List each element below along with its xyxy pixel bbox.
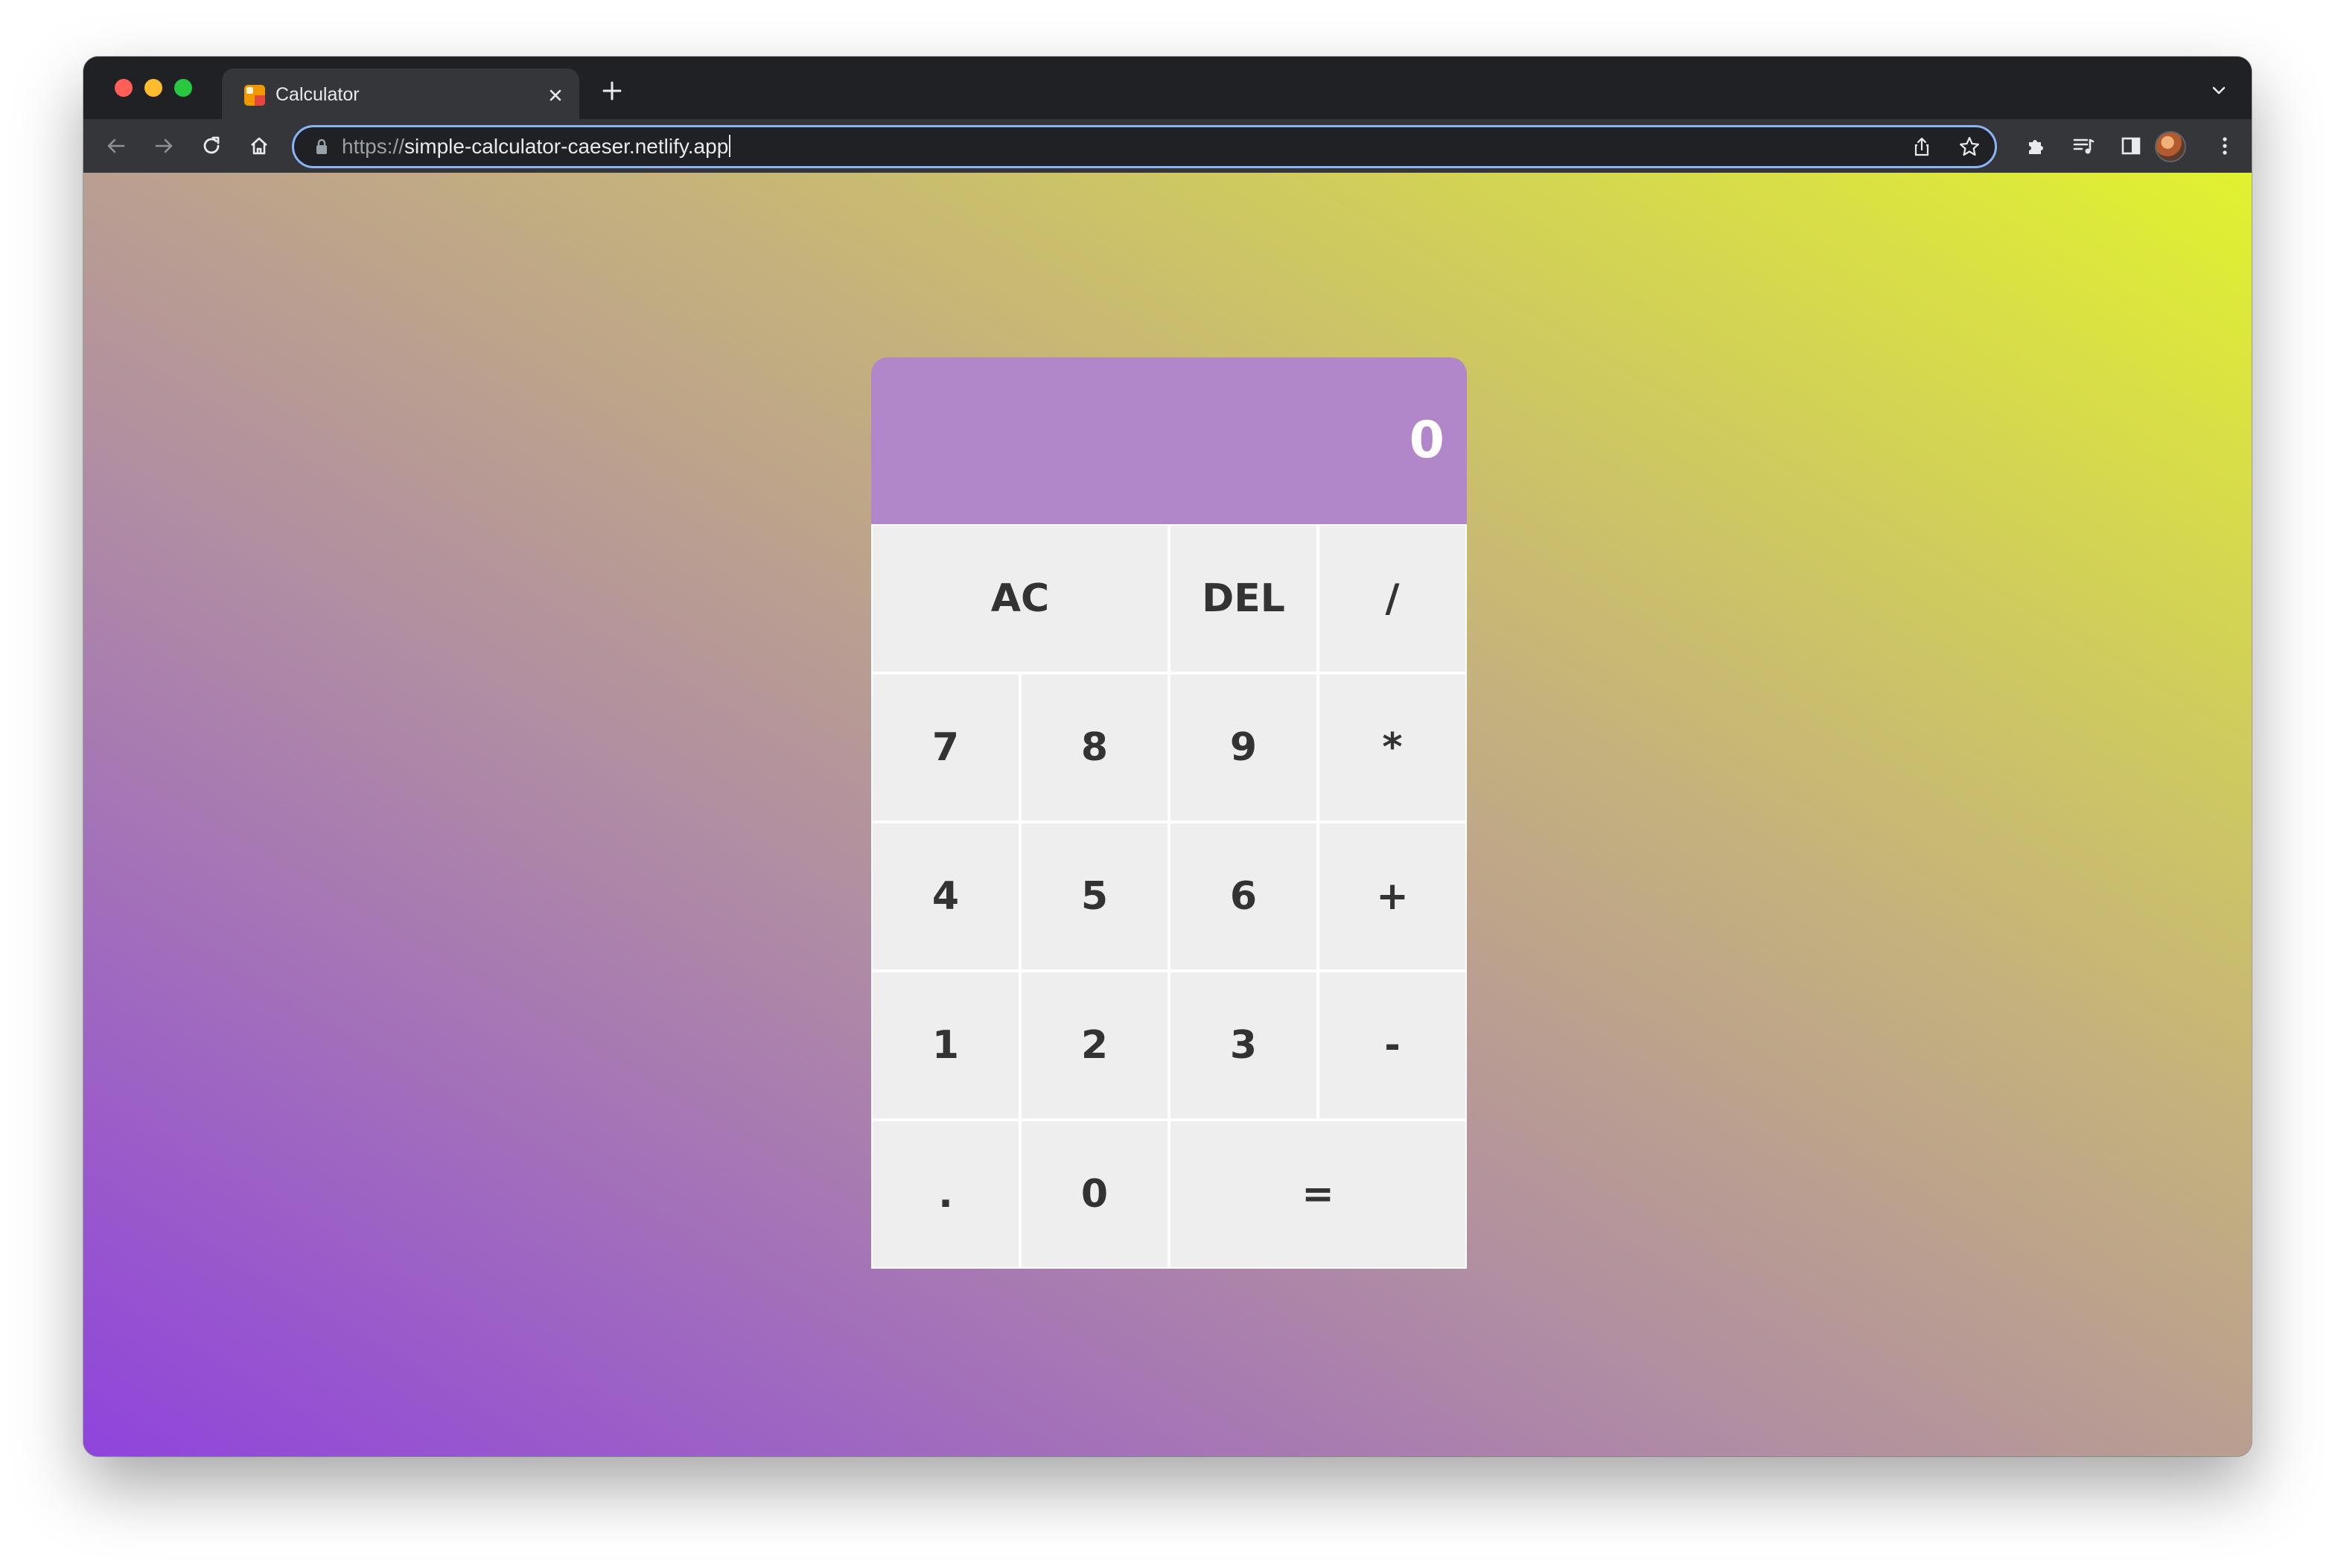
plus-icon[interactable] xyxy=(597,76,627,106)
digit-9-button[interactable]: 9 xyxy=(1169,673,1318,822)
zoom-window-button[interactable] xyxy=(174,79,192,97)
digit-7-button[interactable]: 7 xyxy=(871,673,1020,822)
puzzle-icon[interactable] xyxy=(2018,128,2054,164)
profile-avatar[interactable] xyxy=(2155,131,2186,162)
address-bar[interactable]: https://simple-calculator-caeser.netlify… xyxy=(292,125,1997,168)
url-scheme: https:// xyxy=(342,135,405,158)
digit-8-button[interactable]: 8 xyxy=(1020,673,1169,822)
digit-2-button[interactable]: 2 xyxy=(1020,971,1169,1120)
close-icon[interactable] xyxy=(544,83,567,107)
text-caret xyxy=(729,135,731,157)
tab-calculator[interactable]: Calculator xyxy=(222,68,579,119)
media-queue-icon[interactable] xyxy=(2065,128,2101,164)
keypad: AC DEL / 7 8 9 * 4 5 6 + 1 2 3 - . 0 = xyxy=(871,524,1467,1269)
subtract-button[interactable]: - xyxy=(1318,971,1467,1120)
lock-icon[interactable] xyxy=(313,137,330,156)
chevron-down-icon[interactable] xyxy=(2207,79,2231,103)
browser-toolbar: https://simple-calculator-caeser.netlify… xyxy=(83,119,2252,173)
reload-icon[interactable] xyxy=(194,128,229,164)
kebab-menu-icon[interactable] xyxy=(2207,128,2243,164)
calculator: 0 AC DEL / 7 8 9 * 4 5 6 + 1 2 3 - . 0 = xyxy=(871,357,1467,1269)
calculator-favicon-icon xyxy=(244,85,265,106)
tab-strip: Calculator xyxy=(83,57,2252,119)
home-icon[interactable] xyxy=(241,128,277,164)
browser-window: Calculator https://simple-calculator-cae… xyxy=(83,57,2252,1456)
add-button[interactable]: + xyxy=(1318,822,1467,971)
side-panel-icon[interactable] xyxy=(2113,128,2149,164)
equals-button[interactable]: = xyxy=(1169,1120,1467,1269)
divide-button[interactable]: / xyxy=(1318,524,1467,673)
digit-1-button[interactable]: 1 xyxy=(871,971,1020,1120)
url-host: simple-calculator-caeser.netlify.app xyxy=(404,135,729,158)
decimal-button[interactable]: . xyxy=(871,1120,1020,1269)
arrow-right-icon[interactable] xyxy=(146,128,182,164)
minimize-window-button[interactable] xyxy=(144,79,162,97)
calculator-display: 0 xyxy=(871,357,1467,524)
all-clear-button[interactable]: AC xyxy=(871,524,1169,673)
digit-6-button[interactable]: 6 xyxy=(1169,822,1318,971)
digit-4-button[interactable]: 4 xyxy=(871,822,1020,971)
digit-5-button[interactable]: 5 xyxy=(1020,822,1169,971)
display-value: 0 xyxy=(1409,411,1444,470)
page-viewport: 0 AC DEL / 7 8 9 * 4 5 6 + 1 2 3 - . 0 = xyxy=(83,173,2252,1456)
star-icon[interactable] xyxy=(1955,132,1984,162)
delete-button[interactable]: DEL xyxy=(1169,524,1318,673)
arrow-left-icon[interactable] xyxy=(98,128,134,164)
tab-title: Calculator xyxy=(275,84,360,105)
close-window-button[interactable] xyxy=(115,79,133,97)
share-icon[interactable] xyxy=(1907,132,1937,162)
url-text: https://simple-calculator-caeser.netlify… xyxy=(342,133,731,160)
multiply-button[interactable]: * xyxy=(1318,673,1467,822)
digit-0-button[interactable]: 0 xyxy=(1020,1120,1169,1269)
digit-3-button[interactable]: 3 xyxy=(1169,971,1318,1120)
